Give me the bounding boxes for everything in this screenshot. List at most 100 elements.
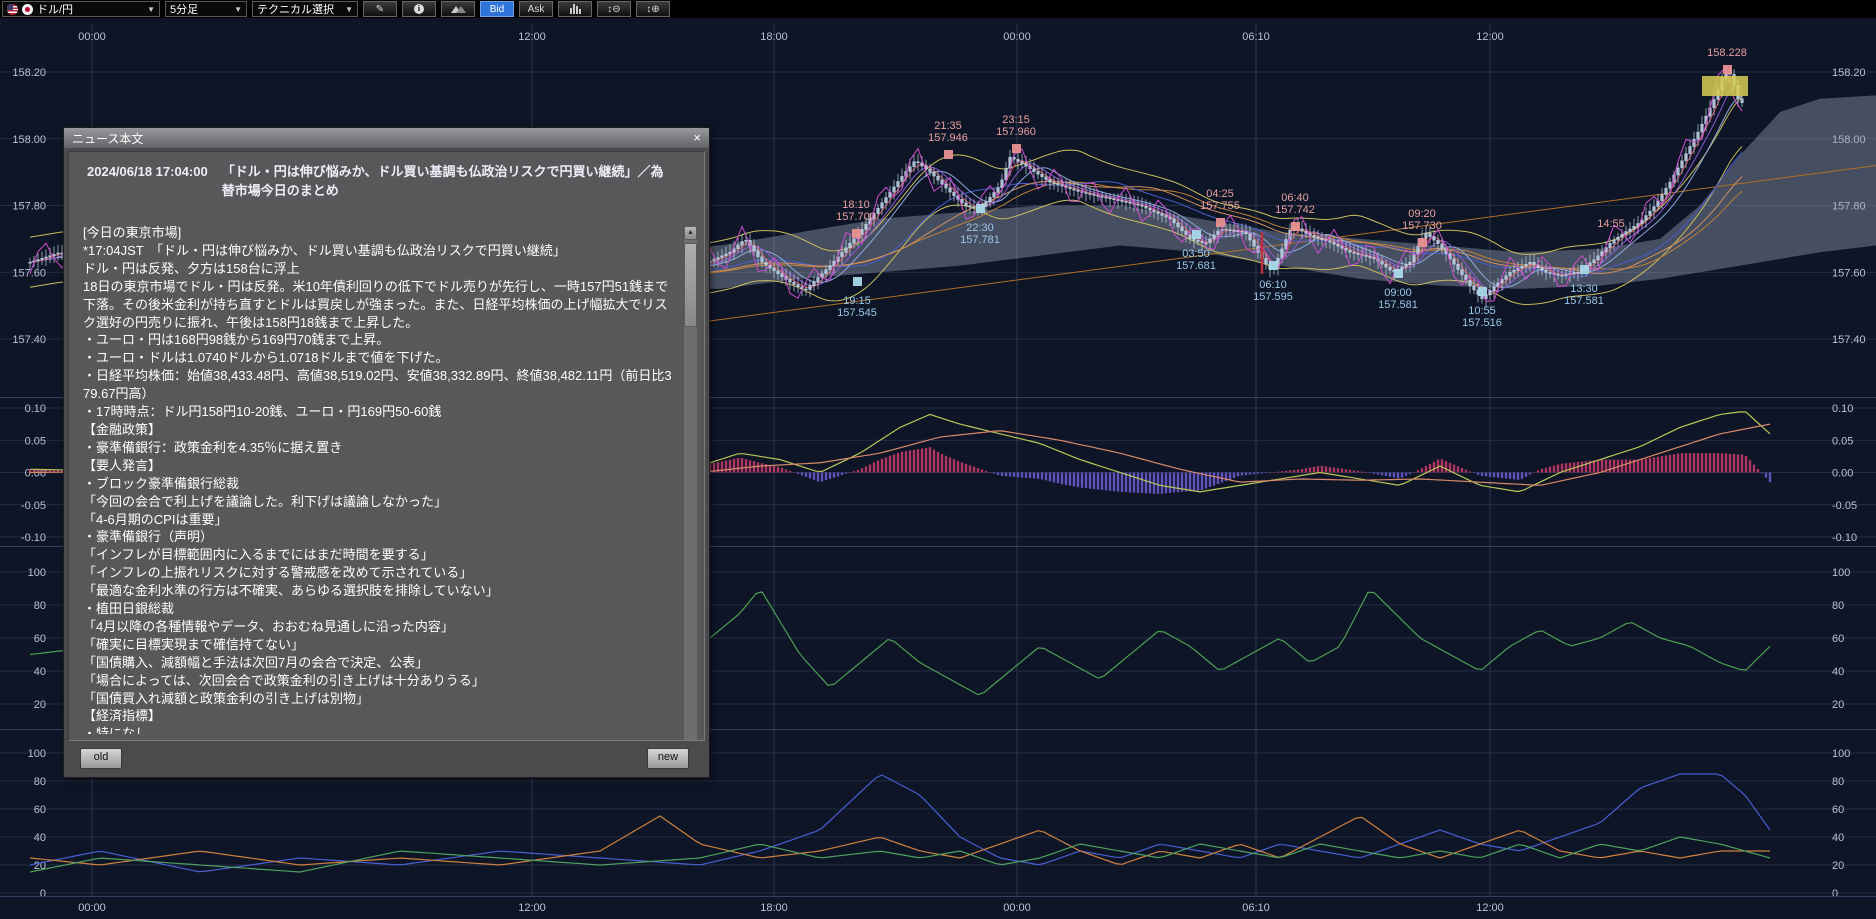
news-header: 2024/06/18 17:04:00 「ドル・円は伸び悩みか、ドル買い基調も仏… (69, 152, 704, 204)
bid-button[interactable]: Bid (480, 1, 514, 17)
price-axis-label: 40 (34, 832, 46, 844)
news-body-line: 「今回の会合で利上げを議論した。利下げは議論しなかった」 (83, 493, 678, 511)
indicator-line (30, 837, 1770, 872)
time-axis-label: 12:00 (518, 902, 546, 914)
price-annotation: 09:00157.581 (1378, 287, 1418, 311)
ask-label: Ask (528, 4, 545, 15)
swing-marker (852, 229, 861, 238)
old-button[interactable]: old (80, 748, 122, 769)
news-body-line: ・ユーロ・円は168円98銭から169円70銭まで上昇。 (83, 331, 678, 349)
scrollbar-thumb[interactable] (684, 243, 697, 327)
price-axis-label: 157.40 (1832, 334, 1866, 346)
price-axis-label: 60 (1832, 633, 1844, 645)
price-axis-label: 100 (28, 748, 46, 760)
price-axis-label: 157.60 (12, 267, 46, 279)
currency-pair-select[interactable]: ドル/円 ▼ (2, 1, 160, 17)
news-headline: 「ドル・円は伸び悩みか、ドル買い基調も仏政治リスクで円買い継続」／為替市場今日の… (222, 162, 674, 200)
new-button[interactable]: new (647, 748, 689, 769)
price-annotation: 21:35157.946 (928, 120, 968, 144)
draw-button[interactable]: ✎ (363, 1, 397, 17)
price-axis-label: 80 (1832, 600, 1844, 612)
news-scrollbar[interactable]: ▲ ▼ (684, 226, 697, 741)
swing-marker (976, 204, 985, 213)
news-body-line: ・ブロック豪準備銀行総裁 (83, 475, 678, 493)
news-body-line: 「国債購入、減額幅と手法は次回7月の会合で決定、公表」 (83, 654, 678, 672)
price-annotation: 158.228 (1707, 47, 1747, 59)
chevron-down-icon: ▼ (345, 5, 353, 14)
time-axis-label: 06:10 (1242, 31, 1270, 43)
price-axis-label: 20 (1832, 699, 1844, 711)
news-body-line: 「インフレが目標範囲内に入るまでにはまだ時間を要する」 (83, 546, 678, 564)
price-axis-label: 158.00 (12, 134, 46, 146)
price-axis-label: 0.05 (1832, 435, 1853, 447)
news-popup-content: 2024/06/18 17:04:00 「ドル・円は伸び悩みか、ドル買い基調も仏… (68, 151, 705, 741)
swing-marker (1580, 265, 1589, 274)
price-axis-label: 100 (28, 567, 46, 579)
news-body-line: 「国債買入れ減額と政策金利の引き上げは別物」 (83, 690, 678, 708)
news-body-line: 【要人発言】 (83, 457, 678, 475)
price-axis-label: 60 (34, 633, 46, 645)
news-body-line: ・豪準備銀行（声明） (83, 528, 678, 546)
swing-marker (1192, 230, 1201, 239)
price-axis-label: 157.80 (12, 201, 46, 213)
indicator-line (30, 816, 1770, 865)
chevron-down-icon: ▼ (147, 5, 155, 14)
price-annotation: 04:25157.755 (1200, 188, 1240, 212)
price-annotation: 10:55157.516 (1462, 305, 1502, 329)
area-chart-icon (456, 6, 466, 13)
swing-marker (1291, 222, 1300, 231)
price-axis-label: -0.05 (21, 500, 46, 512)
price-axis-label: 0.00 (1832, 468, 1853, 480)
swing-marker (853, 277, 862, 286)
price-annotation: 19:15157.545 (837, 295, 877, 319)
close-icon[interactable]: × (693, 128, 701, 148)
swing-marker (1418, 238, 1427, 247)
chart-style-button[interactable] (441, 1, 475, 17)
info-button[interactable]: i (402, 1, 436, 17)
price-axis-label: 40 (1832, 832, 1844, 844)
zoom-in-button[interactable]: ↕⊕ (636, 1, 670, 17)
technical-select-button[interactable]: テクニカル選択 ▼ (252, 1, 358, 17)
toolbar: ドル/円 ▼ 5分足 ▼ テクニカル選択 ▼ ✎ i Bid Ask (0, 0, 1876, 18)
indicator-line (30, 774, 1770, 872)
time-axis-label: 18:00 (760, 31, 788, 43)
news-popup-titlebar[interactable]: ニュース本文 × (64, 128, 709, 148)
time-axis-label: 00:00 (1003, 902, 1031, 914)
news-body-line: ・日経平均株価：始値38,433.48円、高値38,519.02円、安値38,3… (83, 367, 678, 403)
candle-chart-icon (570, 4, 581, 14)
price-annotation: 09:20157.730 (1402, 208, 1442, 232)
swing-marker (1723, 65, 1732, 74)
news-body-line: 【経済指標】 (83, 707, 678, 725)
price-axis-label: -0.05 (1832, 500, 1857, 512)
news-body-line: 「4-6月期のCPIは重要」 (83, 511, 678, 529)
price-axis-label: 0 (40, 888, 46, 900)
news-body-line: *17:04JST 「ドル・円は伸び悩みか、ドル買い基調も仏政治リスクで円買い継… (83, 242, 678, 260)
technical-select-label: テクニカル選択 (257, 1, 334, 17)
news-datetime: 2024/06/18 17:04:00 (87, 162, 208, 200)
news-body-line: ・17時時点：ドル円158円10-20銭、ユーロ・円169円50-60銭 (83, 403, 678, 421)
zoom-out-button[interactable]: ↕⊖ (597, 1, 631, 17)
price-axis-label: 40 (34, 666, 46, 678)
swing-marker (1269, 261, 1278, 270)
swing-marker (944, 150, 953, 159)
timeframe-label: 5分足 (170, 1, 198, 17)
swing-marker (1478, 287, 1487, 296)
price-annotation: 13:30157.581 (1564, 283, 1604, 307)
timeframe-select[interactable]: 5分足 ▼ (165, 1, 247, 17)
price-axis-label: -0.10 (1832, 532, 1857, 544)
time-axis-label: 00:00 (78, 31, 106, 43)
time-axis-label: 06:10 (1242, 902, 1270, 914)
price-annotation: 18:10157.700 (836, 199, 876, 223)
bid-label: Bid (490, 4, 504, 15)
candle-chart-button[interactable] (558, 1, 592, 17)
price-axis-label: 0 (1832, 888, 1838, 900)
scroll-up-icon[interactable]: ▲ (684, 226, 697, 240)
chevron-down-icon: ▼ (234, 5, 242, 14)
ask-button[interactable]: Ask (519, 1, 553, 17)
swing-marker (1394, 269, 1403, 278)
price-axis-label: -0.10 (21, 532, 46, 544)
currency-pair-label: ドル/円 (37, 1, 73, 17)
time-axis-label: 12:00 (1476, 902, 1504, 914)
current-price-marker (1702, 76, 1748, 96)
zoom-in-icon: ↕⊕ (646, 4, 659, 15)
